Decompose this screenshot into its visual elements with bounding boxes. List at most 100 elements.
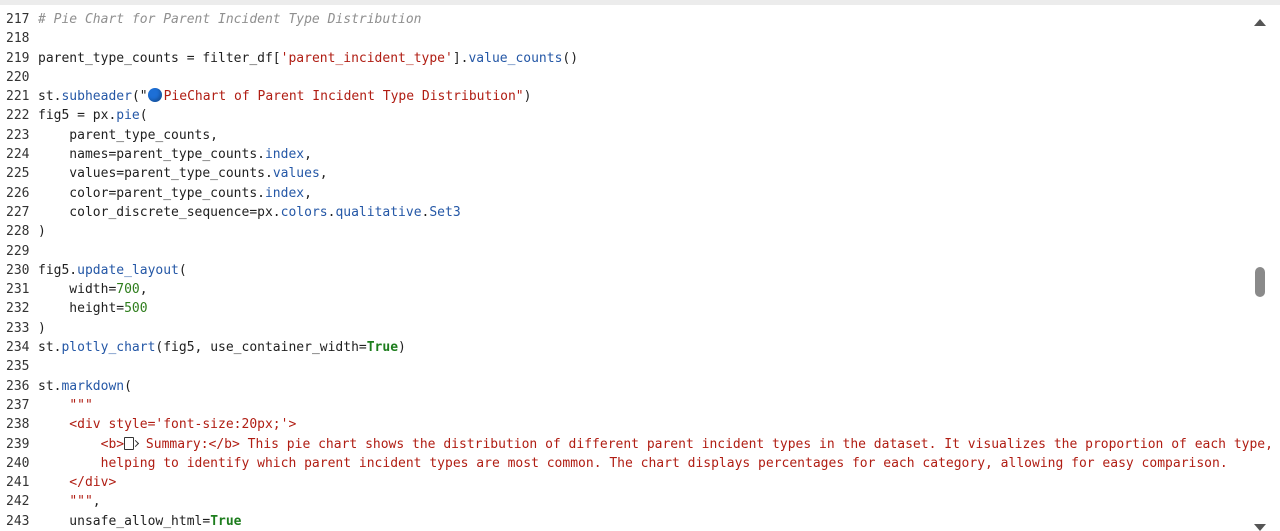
code-token: , — [139, 282, 148, 298]
code-line[interactable]: 229 — [0, 242, 1250, 261]
code-line[interactable]: 233) — [0, 319, 1250, 338]
code-token: ( — [178, 262, 187, 278]
code-line[interactable]: 234 st.plotly_chart(fig5, use_container_w… — [0, 338, 1250, 357]
code-token: """ — [69, 494, 93, 510]
line-number: 223 — [6, 127, 30, 143]
line-number: 234 — [6, 340, 30, 356]
code-token: True — [366, 340, 399, 356]
line-number: 242 — [6, 494, 30, 510]
code-line[interactable]: 223 parent_type_counts, — [0, 126, 1250, 145]
line-number: 239 — [6, 436, 30, 452]
code-line[interactable]: 226 color=parent_type_counts.index, — [0, 184, 1250, 203]
code-line[interactable]: 218 — [0, 29, 1250, 48]
code-token: # Pie Chart for Parent Incident Type Dis… — [38, 12, 422, 27]
code-token: names=parent_type_counts. — [38, 147, 265, 163]
code-token: </div> — [38, 475, 117, 491]
code-token: ) — [38, 320, 46, 336]
code-editor[interactable]: 217 # Pie Chart for Parent Incident Type … — [0, 0, 1280, 531]
code-line[interactable]: 238 <div style='font-size:20px;'> — [0, 415, 1250, 434]
line-number: 220 — [6, 69, 30, 85]
line-number: 222 — [6, 108, 30, 124]
code-line[interactable]: 224 names=parent_type_counts.index, — [0, 145, 1250, 164]
code-token: color=parent_type_counts. — [38, 185, 265, 201]
line-number: 221 — [6, 89, 30, 105]
code-line[interactable]: 240 helping to identify which parent inc… — [0, 454, 1250, 473]
code-token: st. — [38, 89, 62, 105]
code-token: subheader — [61, 89, 132, 105]
code-token: index — [264, 185, 305, 201]
code-token: ( — [124, 378, 132, 394]
code-line[interactable]: 227 color_discrete_sequence=px.colors.qu… — [0, 203, 1250, 222]
code-line[interactable]: 241 </div> — [0, 473, 1250, 492]
code-token: ( — [139, 108, 148, 124]
code-line[interactable]: 219 parent_type_counts = filter_df['paren… — [0, 49, 1250, 68]
code-token: ) — [523, 89, 532, 105]
code-token: , — [92, 494, 101, 510]
code-token: <div style='font-size:20px;'> — [38, 417, 297, 433]
code-token: plotly_chart — [61, 340, 156, 356]
code-token: unsafe_allow_html= — [38, 513, 211, 529]
scrollbar-thumb[interactable] — [1255, 267, 1265, 297]
code-token: (fig5, use_container_width= — [155, 340, 367, 356]
code-line[interactable]: 230 fig5.update_layout( — [0, 261, 1250, 280]
code-token: """ — [69, 397, 93, 413]
scroll-down-arrow-icon[interactable] — [1254, 524, 1266, 531]
code-token: , — [304, 185, 312, 201]
line-number: 229 — [6, 243, 30, 259]
code-token: values=parent_type_counts. — [38, 166, 273, 182]
code-token: colors — [280, 204, 328, 220]
code-token: PieChart of Parent Incident Type Distrib… — [163, 89, 524, 105]
code-line[interactable]: 221 st.subheader(" PieChart of Parent Inci… — [0, 87, 1250, 106]
code-line[interactable]: 228) — [0, 222, 1250, 241]
code-line[interactable]: 236 st.markdown( — [0, 377, 1250, 396]
line-number: 218 — [6, 31, 30, 47]
line-number: 228 — [6, 224, 30, 240]
code-token: fig5. — [38, 262, 78, 278]
page-arrow-emoji-icon — [124, 436, 135, 450]
code-line[interactable]: 225 values=parent_type_counts.values, — [0, 164, 1250, 183]
code-token: values — [272, 166, 320, 182]
code-token: Summary:</b> This pie chart shows the di… — [138, 436, 1273, 452]
code-token: update_layout — [77, 262, 179, 278]
code-token: index — [264, 147, 305, 163]
code-token: pie — [116, 108, 140, 124]
vertical-scrollbar[interactable] — [1252, 15, 1268, 531]
code-token: height= — [38, 301, 125, 317]
code-line[interactable]: 242 """, — [0, 492, 1250, 511]
line-number: 241 — [6, 475, 30, 491]
line-number: 217 — [6, 12, 30, 27]
line-number: 236 — [6, 378, 30, 394]
code-token: qualitative — [335, 204, 422, 220]
code-token: 500 — [124, 301, 148, 317]
code-line[interactable]: 239 <b> Summary:</b> This pie chart show… — [0, 435, 1273, 454]
line-number: 231 — [6, 282, 30, 298]
code-token: width= — [38, 282, 117, 298]
code-line[interactable]: 220 — [0, 68, 1250, 87]
code-token: helping to identify which parent inciden… — [38, 455, 1228, 471]
code-token: parent_type_counts, — [38, 127, 219, 143]
code-line[interactable]: 231 width=700, — [0, 280, 1250, 299]
code-line[interactable]: 232 height=500 — [0, 299, 1250, 318]
code-token: Set3 — [429, 204, 461, 220]
code-line[interactable]: 243 unsafe_allow_html=True — [0, 512, 1250, 531]
code-line[interactable]: 222 fig5 = px.pie( — [0, 106, 1250, 125]
code-token: ]. — [452, 50, 469, 66]
line-number: 227 — [6, 204, 30, 220]
scroll-up-arrow-icon[interactable] — [1254, 19, 1266, 26]
line-number: 232 — [6, 301, 30, 317]
code-line[interactable]: 217 # Pie Chart for Parent Incident Type … — [0, 10, 1250, 29]
code-token: value_counts — [468, 50, 563, 66]
code-line[interactable]: 237 """ — [0, 396, 1250, 415]
code-line[interactable]: 235 — [0, 357, 1250, 376]
line-number: 243 — [6, 513, 30, 529]
line-number: 226 — [6, 185, 30, 201]
code-area[interactable]: 217 # Pie Chart for Parent Incident Type … — [0, 10, 1273, 531]
line-number: 238 — [6, 417, 30, 433]
line-number: 233 — [6, 320, 30, 336]
code-token: parent_type_counts = filter_df[ — [38, 50, 281, 66]
code-token: markdown — [61, 378, 125, 394]
line-number: 237 — [6, 397, 30, 413]
code-token: , — [319, 166, 328, 182]
